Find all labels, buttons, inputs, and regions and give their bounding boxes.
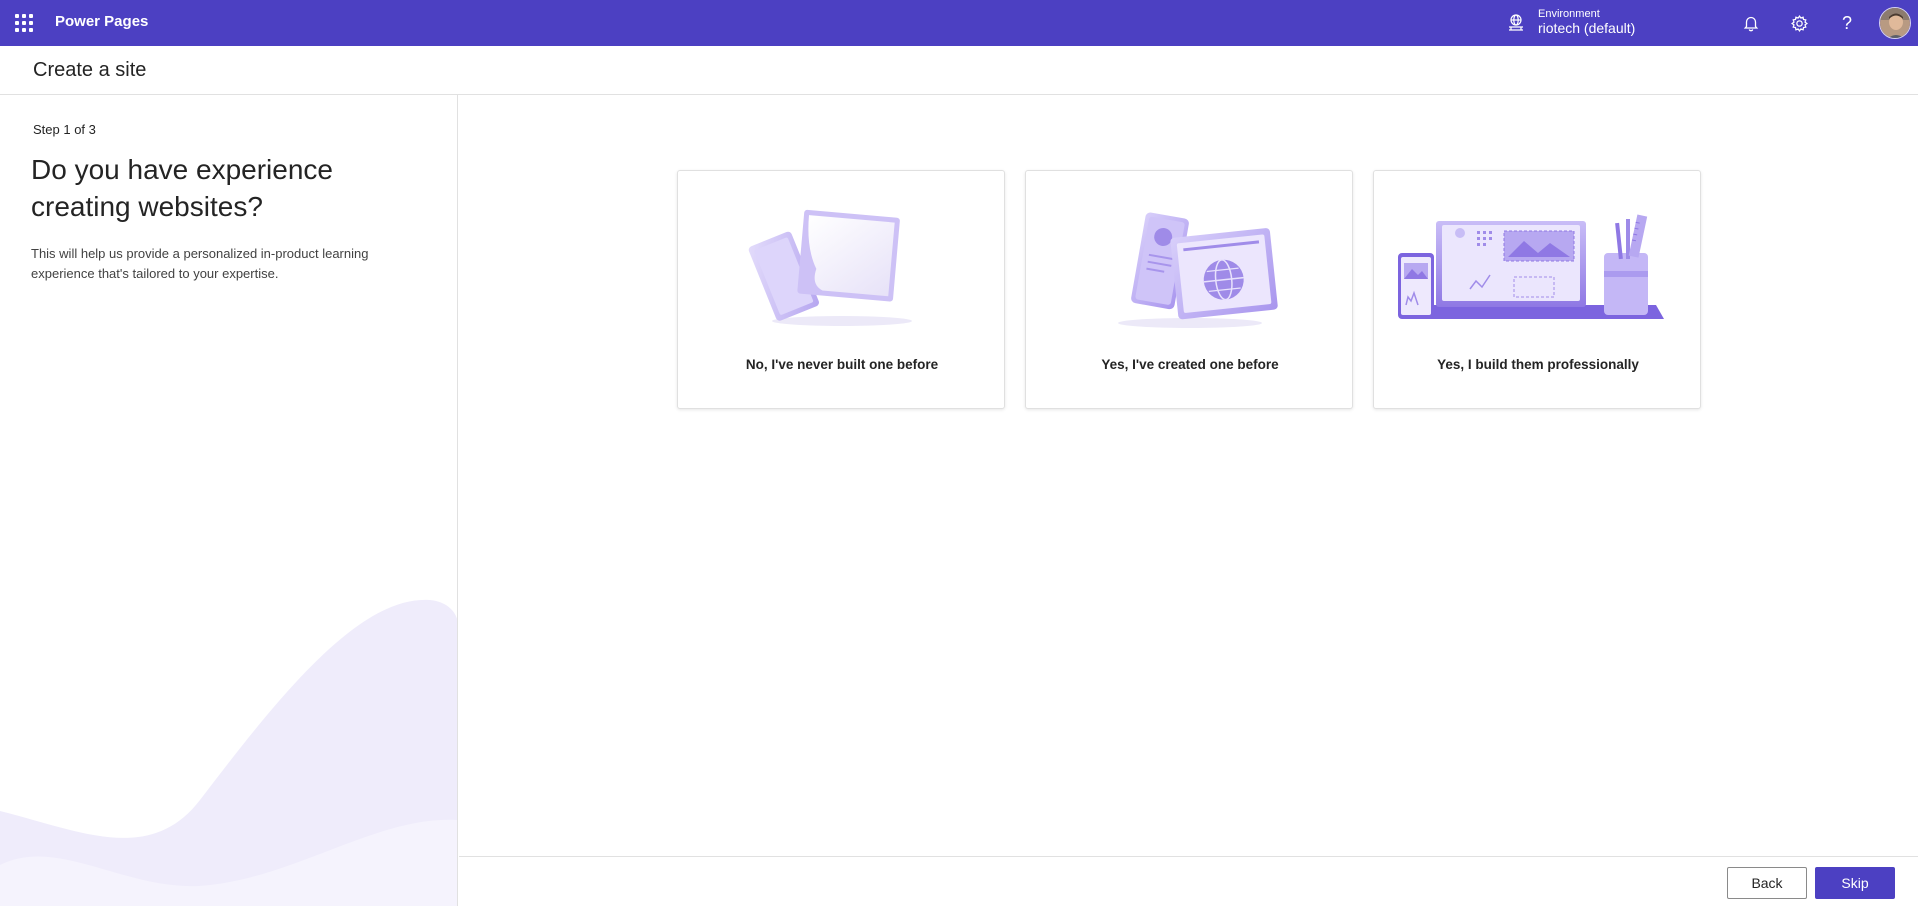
question-heading: Do you have experience creating websites… (31, 154, 333, 222)
phone-and-browser-globe-illustration (1118, 212, 1278, 328)
option-label: No, I've never built one before (745, 357, 939, 372)
paper-sheets-illustration (748, 209, 912, 326)
top-bar: Power Pages Environment riotech (default… (0, 0, 1918, 46)
option-created-one[interactable]: Yes, I've created one before (1025, 170, 1353, 409)
environment-icon (1509, 14, 1523, 31)
page-title: Create a site (33, 59, 147, 81)
help-icon[interactable]: ? (1834, 10, 1860, 36)
environment-label: Environment (1538, 7, 1600, 20)
footer-bar: Back Skip (459, 856, 1918, 906)
option-label: Yes, I've created one before (1101, 357, 1279, 372)
step-indicator: Step 1 of 3 (33, 122, 96, 137)
back-button[interactable]: Back (1727, 867, 1807, 899)
left-panel: Step 1 of 3 Do you have experience creat… (0, 95, 458, 906)
avatar[interactable] (1879, 7, 1911, 39)
bell-icon[interactable] (1738, 10, 1764, 36)
app-name[interactable]: Power Pages (55, 13, 148, 30)
page-header: Create a site (0, 46, 1918, 95)
option-never-built[interactable]: No, I've never built one before (677, 170, 1005, 409)
option-professional[interactable]: Yes, I build them professionally (1373, 170, 1701, 409)
skip-button[interactable]: Skip (1815, 867, 1895, 899)
option-label: Yes, I build them professionally (1437, 357, 1639, 372)
environment-value: riotech (default) (1538, 20, 1636, 37)
question-description: This will help us provide a personalized… (31, 246, 369, 281)
devices-and-pencil-cup-illustration (1398, 214, 1664, 319)
environment-picker[interactable]: Environment riotech (default) (1506, 3, 1635, 41)
waffle-icon[interactable] (10, 9, 38, 37)
gear-icon[interactable] (1786, 10, 1812, 36)
decorative-waves (0, 599, 457, 906)
